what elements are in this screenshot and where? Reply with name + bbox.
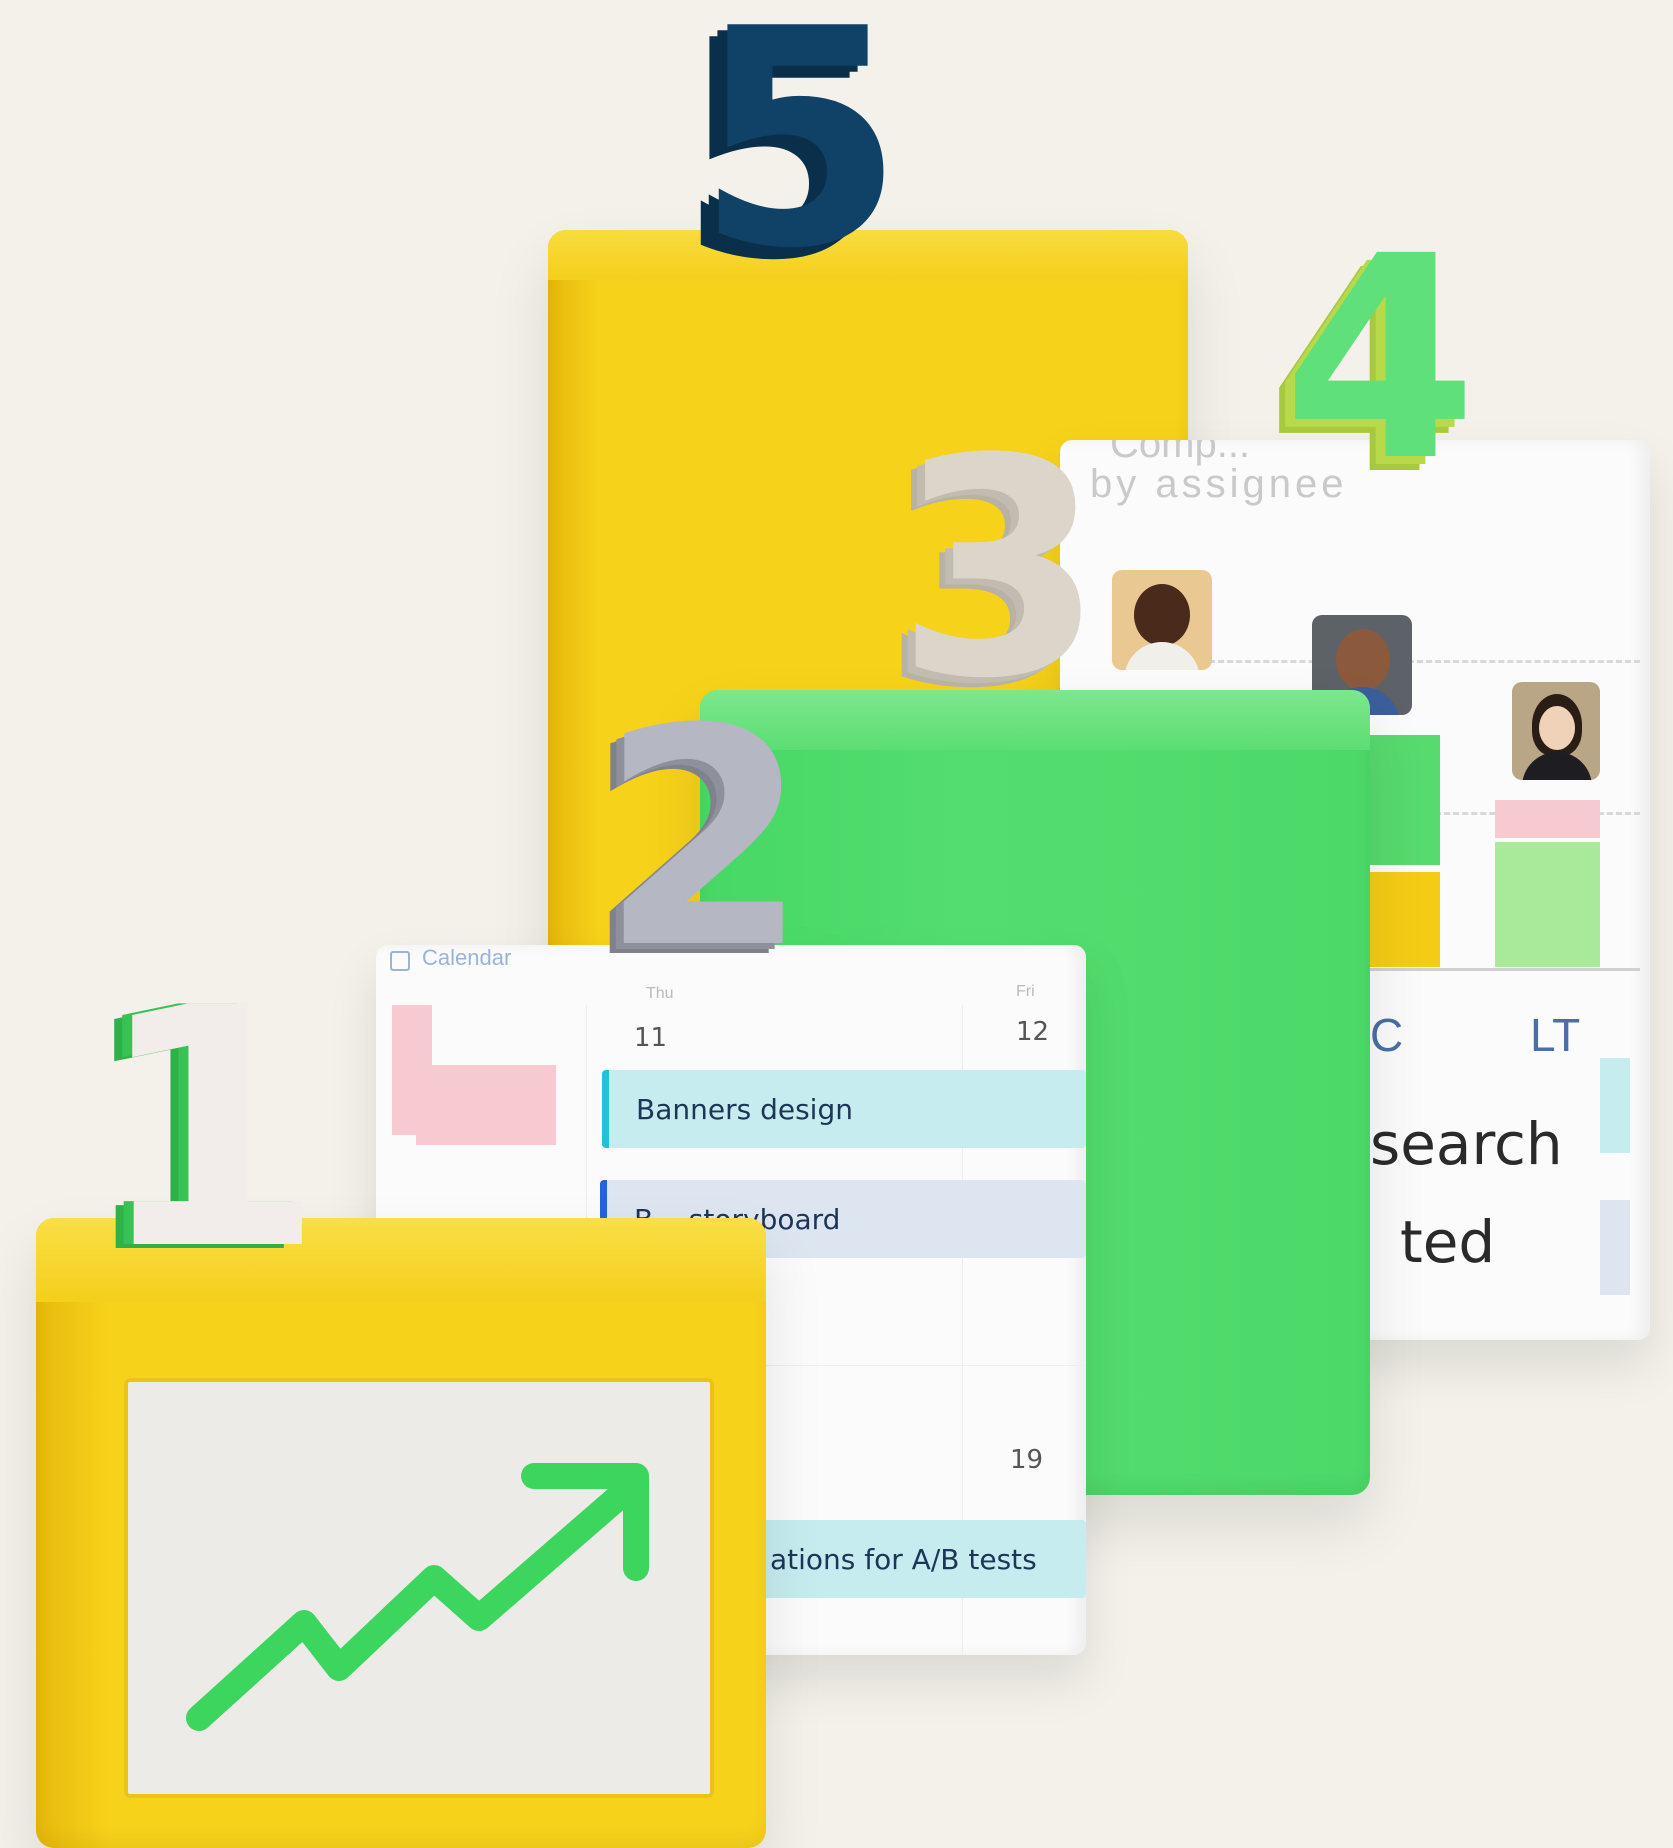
assignee-initials: C [1370,1009,1404,1061]
row-color-tab [1600,1200,1630,1295]
event-accent-bar [602,1070,609,1148]
date-11: 11 [634,1023,668,1053]
growth-panel-screen [124,1378,714,1798]
date-19: 19 [1010,1445,1044,1475]
digit-one: 1 [95,938,325,1322]
task-name-fragment: ted [1400,1208,1496,1276]
trending-up-arrow-icon [186,1463,649,1731]
event-label: ations for A/B tests [770,1542,1037,1576]
person-1-avatar [1112,570,1212,670]
digit-three: 3 [895,395,1105,744]
row-color-tab [1600,1058,1630,1153]
assignee-initials: LT [1530,1009,1581,1061]
workload-bar [1495,800,1600,838]
calendar-icon [390,951,410,971]
calendar-event[interactable]: ations for A/B tests [756,1520,1086,1598]
workload-bar [1360,872,1440,967]
day-header-fri: Fri [1016,983,1035,1000]
calendar-title: Calendar [422,945,512,970]
digit-five: 5 [695,0,905,314]
workload-bar [1360,735,1440,865]
calendar-event[interactable]: Banners design [602,1070,1086,1148]
task-name-fragment: search [1370,1110,1563,1178]
person-3-avatar [1512,682,1600,780]
workload-bar [1495,842,1600,967]
event-label: Banners design [636,1092,853,1126]
digit-two: 2 [600,665,809,1014]
chart-gridline [1200,660,1640,663]
digit-four: 4 [1282,197,1478,523]
date-12: 12 [1016,1017,1050,1047]
calendar-event-block [416,1065,556,1145]
